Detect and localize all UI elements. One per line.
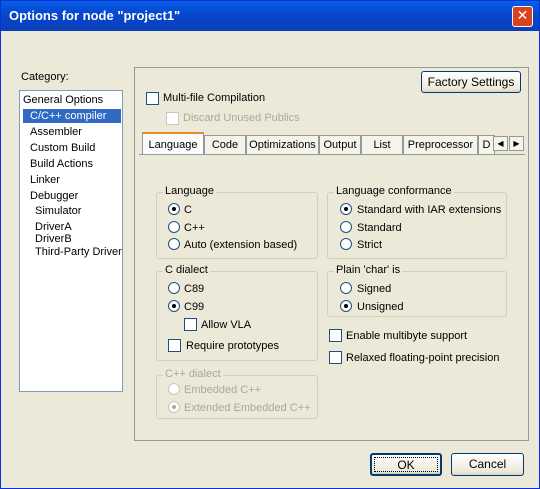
category-item-drivera[interactable]: DriverA (35, 221, 72, 233)
conformance-group-label: Language conformance (334, 185, 454, 197)
c89-label: C89 (184, 283, 205, 295)
tab-optimizations[interactable]: Optimizations (246, 135, 319, 154)
tab-output[interactable]: Output (319, 135, 361, 154)
embedded-cpp-radio (168, 383, 180, 395)
tab-language[interactable]: Language (142, 132, 204, 155)
close-icon[interactable]: ✕ (512, 6, 533, 27)
category-list[interactable]: General Options C/C++ compiler Assembler… (19, 90, 123, 392)
tab-scroll-right-icon[interactable]: ▶ (509, 136, 524, 151)
conformance-standard-radio[interactable] (340, 221, 352, 233)
allow-vla-checkbox[interactable] (184, 318, 197, 331)
c89-radio[interactable] (168, 282, 180, 294)
category-item-debugger[interactable]: Debugger (30, 190, 78, 202)
language-auto-label: Auto (extension based) (184, 239, 298, 251)
category-item-assembler[interactable]: Assembler (30, 126, 82, 138)
language-c-label: C (184, 204, 192, 216)
char-signed-label: Signed (357, 283, 392, 295)
language-cpp-label: C++ (184, 222, 205, 234)
category-item-general-options[interactable]: General Options (23, 94, 103, 106)
cpp-dialect-group-label: C++ dialect (163, 368, 223, 380)
multibyte-support-checkbox[interactable] (329, 329, 342, 342)
ok-button[interactable]: OK (370, 453, 442, 476)
language-group-label: Language (163, 185, 216, 197)
category-item-driverb[interactable]: DriverB (35, 233, 72, 245)
conformance-strict-label: Strict (357, 239, 383, 251)
conformance-group (327, 192, 507, 259)
factory-settings-button[interactable]: Factory Settings (421, 71, 521, 93)
category-item-third-party-driver[interactable]: Third-Party Driver (35, 246, 122, 258)
require-prototypes-label: Require prototypes (186, 340, 279, 352)
conformance-standard-label: Standard (357, 222, 402, 234)
discard-unused-publics-label: Discard Unused Publics (183, 112, 300, 124)
title-bar[interactable]: Options for node "project1" ✕ (1, 1, 539, 31)
char-signed-radio[interactable] (340, 282, 352, 294)
c-dialect-group-label: C dialect (163, 264, 210, 276)
relaxed-fp-label: Relaxed floating-point precision (346, 352, 500, 364)
tab-preprocessor[interactable]: Preprocessor (403, 135, 478, 154)
multifile-compilation-checkbox[interactable] (146, 92, 159, 105)
discard-unused-publics-checkbox (166, 112, 179, 125)
conformance-iar-label: Standard with IAR extensions (357, 204, 502, 216)
plain-char-group (327, 271, 507, 317)
category-item-c-cpp-compiler[interactable]: C/C++ compiler (30, 110, 106, 122)
category-label: Category: (21, 71, 69, 83)
options-dialog: Options for node "project1" ✕ Category: … (0, 0, 540, 489)
category-item-linker[interactable]: Linker (30, 174, 60, 186)
embedded-cpp-label: Embedded C++ (184, 384, 262, 396)
tab-scroll-left-icon[interactable]: ◀ (493, 136, 508, 151)
allow-vla-label: Allow VLA (201, 319, 252, 331)
multifile-compilation-label: Multi-file Compilation (163, 92, 266, 104)
window-title: Options for node "project1" (9, 8, 181, 23)
cancel-button[interactable]: Cancel (451, 453, 524, 476)
multibyte-support-label: Enable multibyte support (346, 330, 468, 342)
c99-radio[interactable] (168, 300, 180, 312)
language-c-radio[interactable] (168, 203, 180, 215)
require-prototypes-checkbox[interactable] (168, 339, 181, 352)
tab-code[interactable]: Code (204, 135, 246, 154)
category-item-simulator[interactable]: Simulator (35, 205, 81, 217)
category-item-custom-build[interactable]: Custom Build (30, 142, 95, 154)
language-auto-radio[interactable] (168, 238, 180, 250)
plain-char-group-label: Plain 'char' is (334, 264, 403, 276)
conformance-iar-radio[interactable] (340, 203, 352, 215)
extended-embedded-cpp-radio (168, 401, 180, 413)
category-item-build-actions[interactable]: Build Actions (30, 158, 93, 170)
char-unsigned-radio[interactable] (340, 300, 352, 312)
relaxed-fp-checkbox[interactable] (329, 351, 342, 364)
extended-embedded-cpp-label: Extended Embedded C++ (184, 402, 311, 414)
tab-list[interactable]: List (361, 135, 403, 154)
language-cpp-radio[interactable] (168, 221, 180, 233)
char-unsigned-label: Unsigned (357, 301, 404, 313)
conformance-strict-radio[interactable] (340, 238, 352, 250)
c99-label: C99 (184, 301, 205, 313)
